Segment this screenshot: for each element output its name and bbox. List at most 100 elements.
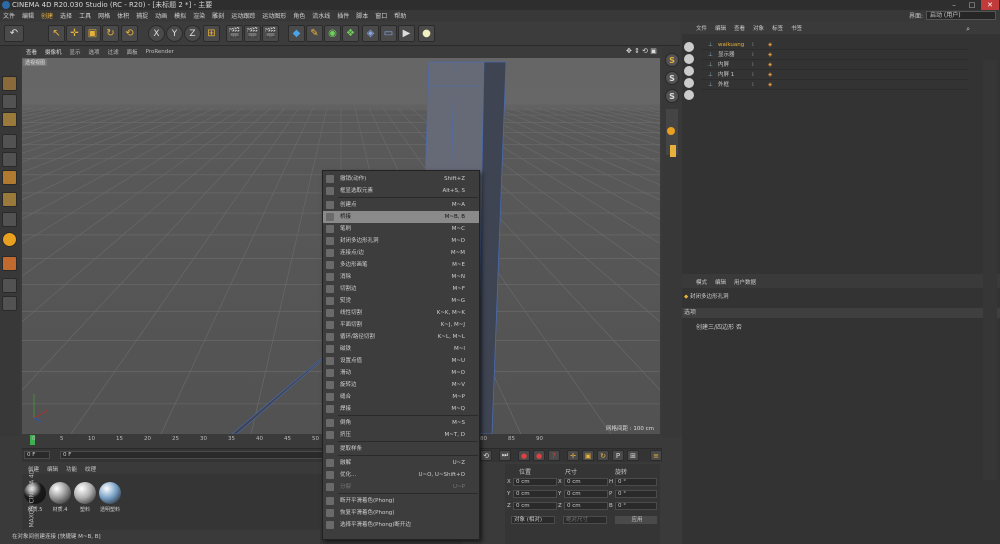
context-menu-item[interactable]: 倒角 M~S — [323, 417, 479, 429]
menu-item[interactable]: 模拟 — [174, 11, 186, 20]
deformer-icon[interactable]: ◈ — [362, 25, 379, 42]
edges-mode-icon[interactable] — [2, 170, 17, 185]
lock-workplane-icon[interactable] — [2, 296, 17, 311]
menu-item[interactable]: 渲染 — [193, 11, 205, 20]
timeline-menu-icon[interactable]: ≡ — [650, 450, 662, 461]
viewport-menu-item[interactable]: 摄像机 — [45, 48, 62, 56]
menu-item[interactable]: 角色 — [293, 11, 305, 20]
rotate-icon[interactable]: ↻ — [102, 25, 119, 42]
key-position-icon[interactable]: ✛ — [567, 450, 579, 461]
context-menu-item[interactable]: 提取样条 — [323, 443, 479, 455]
key-scale-icon[interactable]: ▣ — [582, 450, 594, 461]
object-type-icon[interactable] — [684, 66, 694, 76]
right-side-tabs[interactable] — [983, 60, 997, 480]
viewport-menu-item[interactable]: 选项 — [89, 48, 100, 56]
context-menu-item[interactable]: 磁铁 M~I — [323, 343, 479, 355]
move-icon[interactable]: ✛ — [66, 25, 83, 42]
visibility-dots-icon[interactable]: ⁞ — [752, 70, 754, 80]
viewport-menu-item[interactable]: ProRender — [146, 49, 174, 55]
context-menu-item[interactable]: 滑动 M~O — [323, 367, 479, 379]
coord-size-field[interactable]: 0 cm — [564, 478, 608, 486]
object-menu-item[interactable]: 文件 — [696, 24, 707, 32]
soft-selection-icon[interactable] — [2, 256, 17, 271]
loop-icon[interactable]: ⟲ — [480, 450, 492, 461]
menu-item[interactable]: 工具 — [79, 11, 91, 20]
menu-item[interactable]: 创建 — [41, 11, 53, 20]
coord-position-field[interactable]: 0 cm — [513, 502, 557, 510]
context-menu-item[interactable]: 桥接 M~B, B — [323, 211, 479, 223]
snap-bar-icon[interactable] — [670, 145, 676, 157]
camera-icon[interactable]: ▶ — [398, 25, 415, 42]
context-menu-item[interactable]: 消除 M~N — [323, 271, 479, 283]
snap-s3-icon[interactable]: S — [665, 89, 679, 103]
select-live-icon[interactable]: ↖ — [48, 25, 65, 42]
layout-dropdown[interactable]: 启动 (用户) — [926, 11, 996, 20]
context-menu-item[interactable]: 焊接 M~Q — [323, 403, 479, 415]
object-menu-item[interactable]: 标签 — [772, 24, 783, 32]
viewport-nav-icons[interactable]: ✥ ⇕ ⟲ ▣ — [626, 47, 657, 55]
workplane-icon[interactable] — [2, 278, 17, 293]
menu-item[interactable]: 窗口 — [375, 11, 387, 20]
menu-item[interactable]: 运动图形 — [262, 11, 286, 20]
key-pla-icon[interactable]: ⊞ — [627, 450, 639, 461]
light-icon[interactable]: ● — [418, 25, 435, 42]
material-swatch[interactable] — [74, 482, 96, 504]
attribute-menu-item[interactable]: 模式 — [696, 278, 707, 286]
array-icon[interactable]: ❖ — [342, 25, 359, 42]
viewport-menu-item[interactable]: 过滤 — [108, 48, 119, 56]
coord-rotation-field[interactable]: 0 ° — [615, 478, 657, 486]
object-type-icon[interactable] — [684, 42, 694, 52]
context-menu-item[interactable]: 断开平滑着色(Phong) — [323, 495, 479, 507]
coord-size-field[interactable]: 0 cm — [564, 502, 608, 510]
object-search-icon[interactable]: ⌕ — [966, 25, 970, 34]
object-row[interactable]: ⊥ 外框 ⁞ ◈ — [702, 80, 968, 90]
tag-icon[interactable]: ◈ — [768, 80, 772, 90]
menu-item[interactable]: 插件 — [337, 11, 349, 20]
menu-item[interactable]: 文件 — [3, 11, 15, 20]
key-param-icon[interactable]: P — [612, 450, 624, 461]
key-rotation-icon[interactable]: ↻ — [597, 450, 609, 461]
tweak-mode-icon[interactable] — [2, 212, 17, 227]
snap-s2-icon[interactable]: S — [665, 71, 679, 85]
context-menu-item[interactable]: 切割边 M~F — [323, 283, 479, 295]
frame-start-field[interactable]: 0 F — [24, 451, 50, 459]
pen-spline-icon[interactable]: ✎ — [306, 25, 323, 42]
subdivision-surface-icon[interactable]: ◉ — [324, 25, 341, 42]
object-row[interactable]: ⊥ 内屏 ⁞ ◈ — [702, 60, 968, 70]
render-view-icon[interactable]: 🎬 — [226, 25, 243, 42]
coord-size-field[interactable]: 0 cm — [564, 490, 608, 498]
menu-item[interactable]: 运动跟踪 — [231, 11, 255, 20]
viewport-menu-item[interactable]: 面板 — [127, 48, 138, 56]
coord-rotation-field[interactable]: 0 ° — [615, 502, 657, 510]
context-menu-item[interactable]: 撤销(动作) Shift+Z — [323, 173, 479, 185]
options-tab[interactable]: 选项 — [682, 308, 1000, 318]
coord-position-field[interactable]: 0 cm — [513, 490, 557, 498]
context-menu-item[interactable]: 旋转边 M~V — [323, 379, 479, 391]
object-type-icon[interactable] — [684, 78, 694, 88]
floor-icon[interactable]: ▭ — [380, 25, 397, 42]
layout-selector[interactable]: 界面: 启动 (用户) — [909, 11, 996, 20]
goto-end-icon[interactable]: ⏭ — [499, 450, 511, 461]
context-menu-item[interactable]: 平面切割 K~J, M~J — [323, 319, 479, 331]
context-menu-item[interactable]: 设置点值 M~U — [323, 355, 479, 367]
close-button[interactable]: ✕ — [981, 0, 999, 10]
context-menu-item[interactable]: 连接点/边 M~M — [323, 247, 479, 259]
menu-item[interactable]: 流水线 — [312, 11, 330, 20]
context-menu-item[interactable]: 熨烫 M~G — [323, 295, 479, 307]
attribute-menu-item[interactable]: 编辑 — [715, 278, 726, 286]
visibility-dots-icon[interactable]: ⁞ — [752, 50, 754, 60]
context-menu-item[interactable]: 挤压 M~T, D — [323, 429, 479, 441]
object-type-icon[interactable] — [684, 54, 694, 64]
object-row[interactable]: ⊥ 显示器 ⁞ ◈ — [702, 50, 968, 60]
keyframe-selection-icon[interactable]: ? — [548, 450, 560, 461]
menu-item[interactable]: 网格 — [98, 11, 110, 20]
menu-item[interactable]: 雕刻 — [212, 11, 224, 20]
visibility-dots-icon[interactable]: ⁞ — [752, 40, 754, 50]
snap-s-icon[interactable]: S — [665, 53, 679, 67]
context-menu-item[interactable]: 封闭多边形孔洞 M~D — [323, 235, 479, 247]
menu-item[interactable]: 脚本 — [356, 11, 368, 20]
attribute-menu-item[interactable]: 用户数据 — [734, 278, 756, 286]
context-menu-item[interactable]: 优化... U~O, U~Shift+O — [323, 469, 479, 481]
object-menu-item[interactable]: 对象 — [753, 24, 764, 32]
object-menu-item[interactable]: 编辑 — [715, 24, 726, 32]
